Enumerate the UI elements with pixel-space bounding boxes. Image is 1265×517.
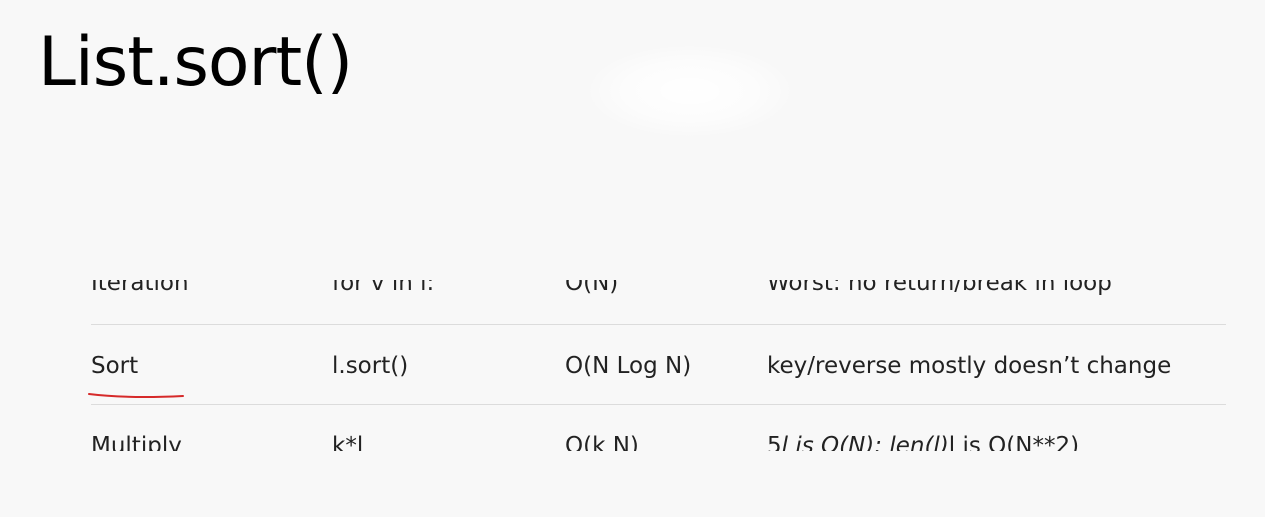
slide-title: List.sort() <box>38 23 353 102</box>
table-row: Sort l.sort() O(N Log N) key/reverse mos… <box>88 325 1226 405</box>
notes-cell: key/reverse mostly doesn’t change <box>767 353 1172 379</box>
example-cell: l.sort() <box>332 353 409 379</box>
notes-prefix: 5 <box>767 433 782 459</box>
table-row: Multiply k*l O(k N) 5l is O(N): len(l)l … <box>91 405 1226 459</box>
operation-cell: Sort <box>91 353 139 379</box>
whiteout-smudge <box>590 46 790 136</box>
operation-cell: Multiply <box>91 433 182 459</box>
notes-suffix: l is O(N**2) <box>948 433 1080 459</box>
notes-cell: Worst: no return/break in loop <box>767 270 1112 296</box>
complexity-cell: O(N Log N) <box>565 353 692 379</box>
red-underline-annotation <box>88 393 184 399</box>
operation-cell: Iteration <box>91 270 189 296</box>
complexity-cell: O(k N) <box>565 433 639 459</box>
complexity-cell: O(N) <box>565 270 619 296</box>
notes-cell: 5l is O(N): len(l)l is O(N**2) <box>767 433 1080 459</box>
example-cell: for v in l: <box>332 270 435 296</box>
example-cell: k*l <box>332 433 364 459</box>
notes-italic: l is O(N): len(l) <box>781 433 949 459</box>
complexity-table: Iteration for v in l: O(N) Worst: no ret… <box>88 248 1226 465</box>
table-row: Iteration for v in l: O(N) Worst: no ret… <box>91 248 1226 325</box>
